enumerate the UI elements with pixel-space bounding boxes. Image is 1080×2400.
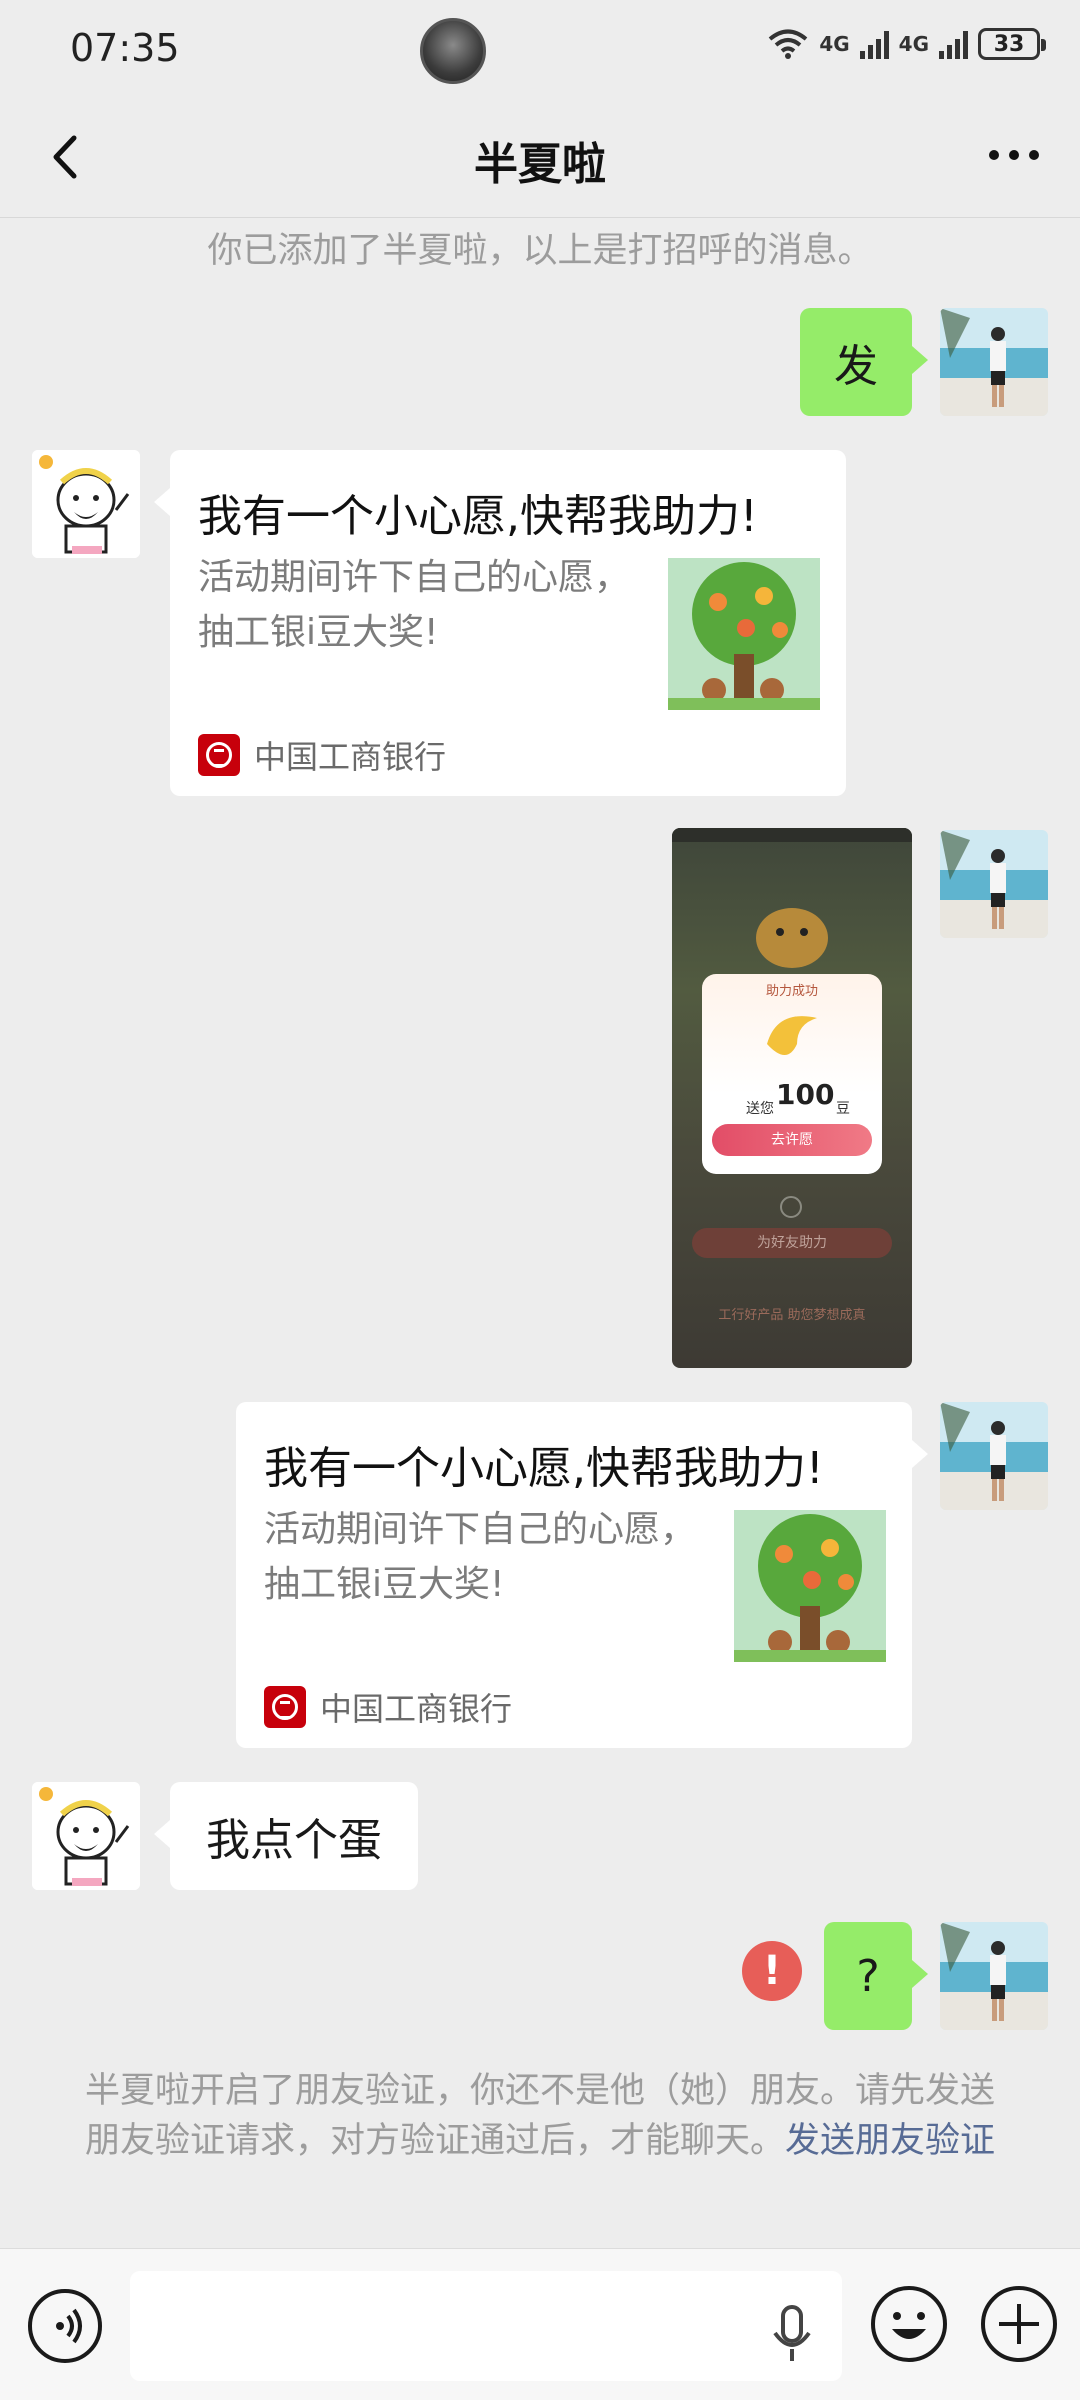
send-verification-link[interactable]: 发送朋友验证 xyxy=(785,2121,995,2161)
image-message[interactable]: 助力成功 送您 100 豆 去许愿 为好友助力 工行好产品 助您梦想成真 xyxy=(672,828,912,1368)
battery-icon: 33 xyxy=(978,28,1046,60)
message-text: 发 xyxy=(834,341,878,392)
status-time: 07:35 xyxy=(70,26,180,70)
status-bar: 07:35 4G 4G 33 xyxy=(0,0,1080,100)
card-source-name: 中国工商银行 xyxy=(320,1690,513,1728)
icbc-logo-icon xyxy=(264,1686,306,1728)
card-thumbnail xyxy=(668,558,820,710)
beach-photo-avatar xyxy=(940,1402,1048,1510)
chat-title: 半夏啦 xyxy=(474,139,606,190)
popup-title: 助力成功 xyxy=(765,984,818,999)
my-avatar[interactable] xyxy=(940,1402,1048,1510)
card-source: 中国工商银行 xyxy=(264,1684,512,1730)
message-input[interactable] xyxy=(130,2271,842,2381)
card-source: 中国工商银行 xyxy=(198,732,446,778)
signal-icon-1 xyxy=(859,29,889,59)
input-bar xyxy=(0,2248,1080,2400)
signal-icon-2 xyxy=(939,29,968,59)
beach-photo-avatar xyxy=(940,830,1048,938)
amount-unit: 豆 xyxy=(836,1101,850,1117)
card-title: 我有一个小心愿,快帮我助力! xyxy=(198,491,758,542)
network-type-2: 4G xyxy=(898,32,929,56)
card-description: 活动期间许下自己的心愿，抽工银i豆大奖! xyxy=(198,557,631,653)
help-button: 为好友助力 xyxy=(692,1228,892,1258)
message-bubble-mine[interactable]: 发 xyxy=(800,308,928,416)
card-description: 活动期间许下自己的心愿，抽工银i豆大奖! xyxy=(264,1509,697,1605)
success-popup: 助力成功 送您 100 豆 去许愿 xyxy=(702,974,882,1174)
more-options-icon[interactable] xyxy=(984,140,1044,170)
microphone-icon[interactable] xyxy=(770,2305,814,2365)
contact-avatar[interactable] xyxy=(32,1782,140,1890)
voice-icon xyxy=(56,2308,82,2344)
message-text: 我点个蛋 xyxy=(206,1815,382,1866)
share-card[interactable]: 我有一个小心愿,快帮我助力! 活动期间许下自己的心愿，抽工银i豆大奖! 中国工商… xyxy=(236,1402,928,1748)
send-failed-icon[interactable]: ! xyxy=(742,1941,802,2001)
share-card[interactable]: 我有一个小心愿,快帮我助力! 活动期间许下自己的心愿，抽工银i豆大奖! 中国工商… xyxy=(154,450,846,796)
contact-avatar[interactable] xyxy=(32,450,140,558)
message-bubble-mine[interactable]: ? xyxy=(824,1922,928,2030)
amount-value: 100 xyxy=(776,1078,835,1111)
card-thumbnail xyxy=(734,1510,886,1662)
my-avatar[interactable] xyxy=(940,830,1048,938)
system-notice-verification: 半夏啦开启了朋友验证，你还不是他（她）朋友。请先发送朋友验证请求，对方验证通过后… xyxy=(80,2066,1000,2166)
bean-icon xyxy=(767,1016,817,1055)
icbc-logo-icon xyxy=(198,734,240,776)
chat-header: 半夏啦 xyxy=(0,100,1080,218)
my-avatar[interactable] xyxy=(940,308,1048,416)
cartoon-avatar xyxy=(32,450,140,558)
amount-label: 送您 xyxy=(746,1101,774,1117)
emoji-icon[interactable] xyxy=(868,2283,950,2365)
system-notice-added: 你已添加了半夏啦，以上是打招呼的消息。 xyxy=(207,231,873,271)
message-bubble-theirs[interactable]: 我点个蛋 xyxy=(154,1782,418,1890)
message-text: ? xyxy=(856,1950,880,2002)
leopard-mascot-image xyxy=(672,828,912,968)
popup-button: 去许愿 xyxy=(712,1124,872,1156)
beach-photo-avatar xyxy=(940,1922,1048,2030)
voice-input-button[interactable] xyxy=(28,2289,102,2363)
beach-photo-avatar xyxy=(940,308,1048,416)
card-title: 我有一个小心愿,快帮我助力! xyxy=(264,1443,824,1494)
my-avatar[interactable] xyxy=(940,1922,1048,2030)
cartoon-avatar xyxy=(32,1782,140,1890)
card-source-name: 中国工商银行 xyxy=(254,738,447,776)
image-footer-text: 工行好产品 助您梦想成真 xyxy=(718,1308,866,1323)
battery-level: 33 xyxy=(993,31,1025,57)
wifi-icon xyxy=(769,29,808,59)
close-icon xyxy=(780,1196,802,1218)
status-indicators: 4G 4G 33 xyxy=(767,28,1046,60)
add-more-icon[interactable] xyxy=(978,2283,1060,2365)
floating-call-avatar[interactable] xyxy=(420,18,486,84)
network-type-1: 4G xyxy=(819,32,850,56)
